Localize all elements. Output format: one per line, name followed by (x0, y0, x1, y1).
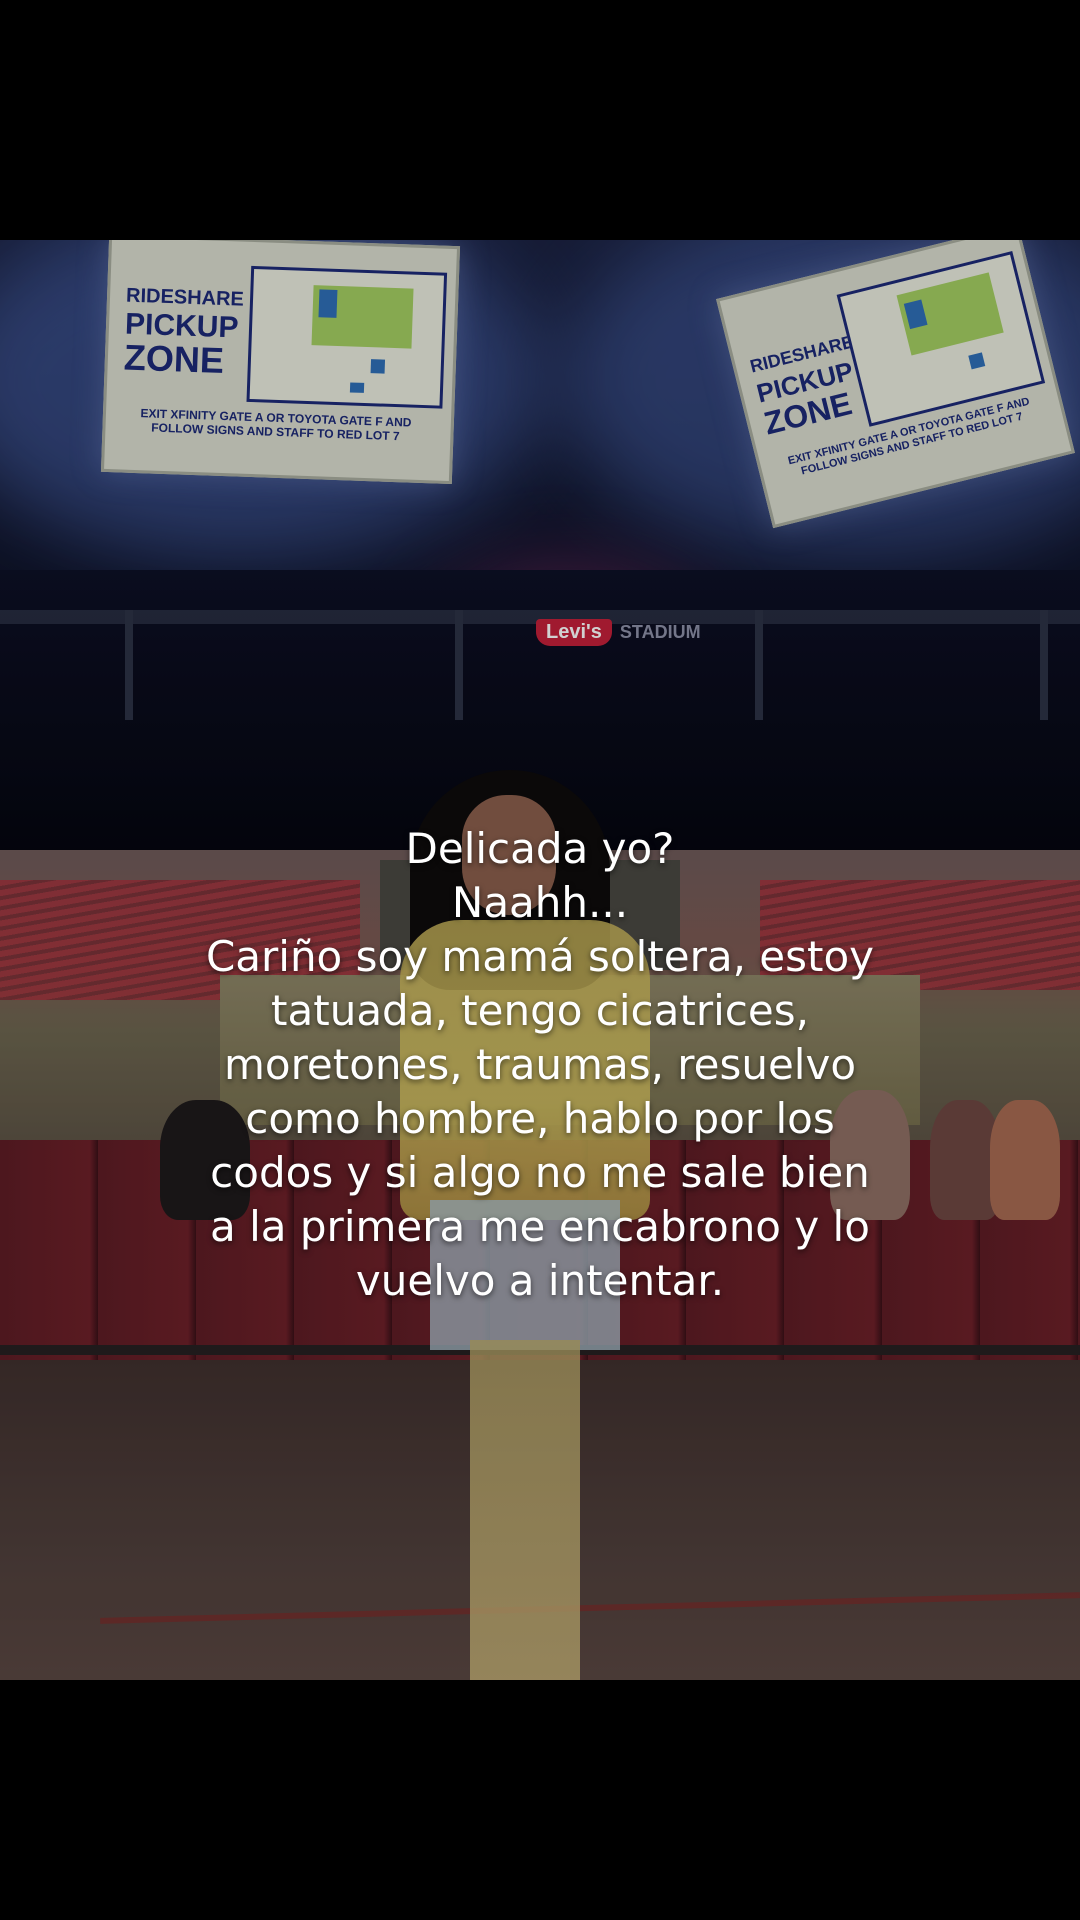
caption-text: Delicada yo? Naahh... Cariño soy mamá so… (205, 824, 875, 1305)
video-frame: RIDESHARE PICKUP ZONE EXIT XFINITY GATE … (0, 0, 1080, 1920)
